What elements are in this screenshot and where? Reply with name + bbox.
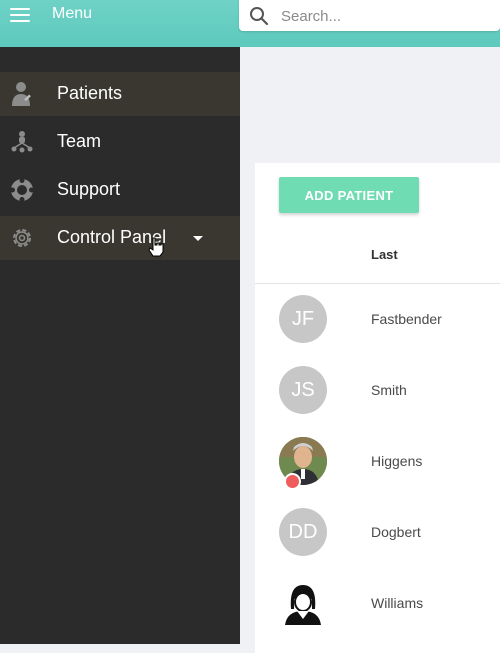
avatar: [279, 579, 327, 627]
search-input[interactable]: [279, 4, 493, 28]
patient-last-name: Fastbender: [371, 311, 442, 327]
patients-card: ADD PATIENT Last JF Fastbender JS Smith …: [255, 163, 500, 653]
team-icon: [11, 131, 33, 153]
patient-last-name: Higgens: [371, 453, 423, 469]
woman-illustration-icon: [285, 585, 321, 625]
table-row[interactable]: DD Dogbert: [255, 508, 500, 579]
avatar: JS: [279, 366, 327, 414]
top-bar: Menu: [0, 0, 500, 47]
column-header-last[interactable]: Last: [371, 247, 398, 262]
patient-last-name: Smith: [371, 382, 407, 398]
avatar: JF: [279, 295, 327, 343]
sidebar-item-patients[interactable]: Patients: [0, 72, 240, 116]
table-row[interactable]: Higgens: [255, 437, 500, 508]
hamburger-menu-icon[interactable]: [10, 8, 30, 22]
sidebar-item-label: Team: [57, 131, 102, 151]
sidebar-item-support[interactable]: Support: [0, 168, 240, 212]
sidebar-item-label: Support: [57, 179, 121, 199]
menu-label[interactable]: Menu: [52, 5, 92, 23]
sidebar-item-label: Patients: [57, 83, 123, 103]
hand-pointer-cursor-icon: [148, 237, 164, 257]
table-row[interactable]: Williams: [255, 579, 500, 650]
add-patient-button[interactable]: ADD PATIENT: [279, 177, 419, 213]
lifebuoy-icon: [10, 178, 34, 202]
search-box: [239, 0, 500, 31]
sidebar: Patients Team Support Control Panel: [0, 47, 240, 644]
status-offline-indicator: [284, 473, 301, 490]
patient-last-name: Williams: [371, 595, 424, 611]
search-icon: [250, 7, 269, 26]
avatar: DD: [279, 508, 327, 556]
sidebar-item-team[interactable]: Team: [0, 120, 240, 164]
header-divider: [255, 283, 500, 284]
patient-icon: [12, 82, 31, 106]
table-row[interactable]: JS Smith: [255, 366, 500, 437]
table-row[interactable]: JF Fastbender: [255, 295, 500, 366]
sidebar-item-control-panel[interactable]: Control Panel: [0, 216, 240, 260]
gear-icon: [13, 229, 31, 247]
patient-last-name: Dogbert: [371, 524, 421, 540]
chevron-down-icon[interactable]: [193, 236, 203, 241]
